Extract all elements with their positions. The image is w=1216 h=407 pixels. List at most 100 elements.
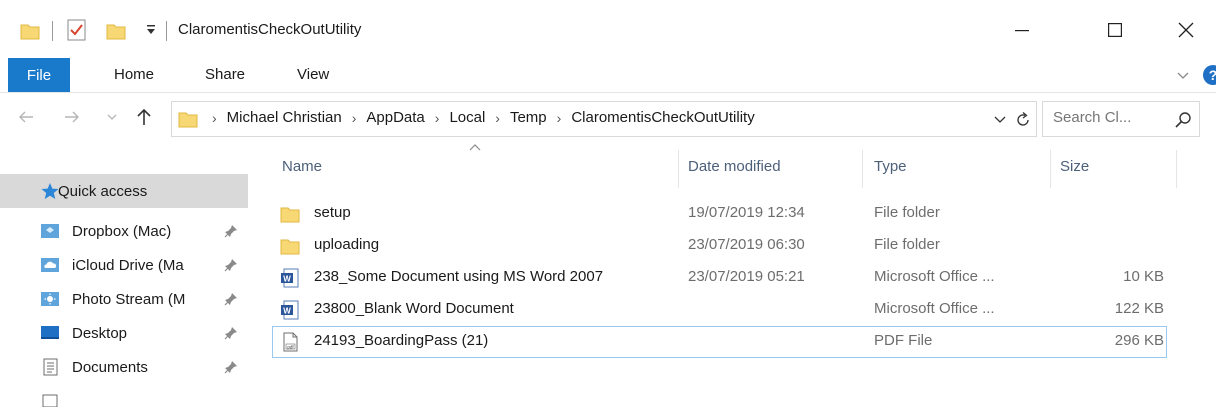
expand-ribbon-icon[interactable] <box>1176 68 1190 82</box>
toolbar-separator <box>166 21 167 41</box>
dropbox-folder-icon <box>41 224 59 238</box>
breadcrumb-michael-christian[interactable]: Michael Christian <box>227 109 342 126</box>
pdf-file-icon: pdf <box>283 332 298 352</box>
properties-icon[interactable] <box>67 19 86 41</box>
address-dropdown-icon[interactable] <box>994 115 1006 125</box>
maximize-button[interactable] <box>1085 10 1145 50</box>
file-name: 23800_Blank Word Document <box>314 300 514 317</box>
file-name: uploading <box>314 236 380 253</box>
pin-icon <box>224 327 237 340</box>
column-divider[interactable] <box>1050 150 1051 188</box>
tab-share[interactable]: Share <box>205 66 245 83</box>
column-header-name[interactable]: Name <box>282 158 322 175</box>
sidebar-item-photo-stream[interactable]: Photo Stream (M <box>0 282 248 316</box>
minimize-button[interactable] <box>992 10 1052 50</box>
navigation-bar: › Michael Christian › AppData › Local › … <box>0 92 1216 144</box>
svg-text:pdf: pdf <box>287 344 294 349</box>
recent-locations-chevron-icon[interactable] <box>106 107 118 127</box>
help-icon[interactable]: ? <box>1203 65 1216 85</box>
sidebar-item-documents[interactable]: Documents <box>0 350 248 384</box>
icloud-folder-icon <box>41 258 59 272</box>
column-header-date-modified[interactable]: Date modified <box>688 158 781 175</box>
column-divider[interactable] <box>678 150 679 188</box>
minimize-icon <box>1015 30 1029 32</box>
close-icon <box>1178 22 1194 38</box>
sidebar-item-dropbox[interactable]: Dropbox (Mac) <box>0 214 248 248</box>
tab-view[interactable]: View <box>297 66 329 83</box>
file-date: 23/07/2019 06:30 <box>688 236 805 253</box>
sidebar-item-label: Documents <box>72 358 148 376</box>
refresh-icon[interactable] <box>1014 111 1032 129</box>
search-input[interactable] <box>1053 109 1168 126</box>
file-row-uploading[interactable]: uploading 23/07/2019 06:30 File folder <box>272 230 1167 262</box>
sidebar-item-label: Quick access <box>58 182 148 200</box>
ribbon-tabs: File Home Share View ? <box>0 58 1216 92</box>
folder-icon <box>20 24 40 40</box>
file-size: 296 KB <box>1114 332 1164 349</box>
breadcrumb-separator: › <box>556 109 562 126</box>
desktop-icon <box>41 326 59 339</box>
pin-icon <box>224 293 237 306</box>
breadcrumb-separator: › <box>212 109 217 126</box>
breadcrumb-appdata[interactable]: AppData <box>366 109 424 126</box>
new-folder-icon[interactable] <box>106 22 126 40</box>
file-row-23800-blank-word-document[interactable]: W 23800_Blank Word Document Microsoft Of… <box>272 294 1167 326</box>
maximize-icon <box>1108 23 1122 37</box>
star-icon <box>41 183 59 199</box>
sidebar-item-quick-access[interactable]: Quick access <box>0 174 248 208</box>
customize-toolbar-dropdown-icon[interactable] <box>145 23 157 37</box>
breadcrumb-local[interactable]: Local <box>449 109 485 126</box>
file-name: 238_Some Document using MS Word 2007 <box>314 268 604 285</box>
column-header-size[interactable]: Size <box>1060 158 1089 175</box>
close-button[interactable] <box>1156 10 1216 50</box>
word-doc-icon: W <box>281 268 299 288</box>
up-arrow-icon[interactable] <box>134 107 154 127</box>
file-row-238-some-document[interactable]: W 238_Some Document using MS Word 2007 2… <box>272 262 1167 294</box>
file-name: 24193_BoardingPass (21) <box>314 332 489 349</box>
file-type: PDF File <box>874 332 933 349</box>
toolbar-separator <box>52 21 53 41</box>
tab-file[interactable]: File <box>8 58 70 92</box>
title-bar: ClaromentisCheckOutUtility <box>0 0 1216 58</box>
svg-text:W: W <box>283 275 291 284</box>
folder-icon <box>178 112 198 128</box>
photostream-folder-icon <box>41 292 59 306</box>
sidebar-item-label: Desktop <box>72 324 128 342</box>
file-size: 122 KB <box>1114 300 1164 317</box>
pin-icon <box>224 259 237 272</box>
pin-icon <box>224 225 237 238</box>
forward-arrow-icon[interactable] <box>62 107 82 127</box>
breadcrumb-temp[interactable]: Temp <box>510 109 547 126</box>
tab-home[interactable]: Home <box>114 66 154 83</box>
breadcrumb: › Michael Christian › AppData › Local › … <box>212 109 755 126</box>
file-row-24193-boardingpass[interactable]: pdf 24193_BoardingPass (21) PDF File 296… <box>272 326 1167 358</box>
documents-icon <box>43 358 58 376</box>
sort-ascending-icon <box>469 144 481 151</box>
breadcrumb-separator: › <box>495 109 500 126</box>
file-list: Name Date modified Type Size setup 19/07… <box>262 144 1216 407</box>
column-divider[interactable] <box>1176 150 1177 188</box>
word-doc-icon: W <box>281 300 299 320</box>
search-icon[interactable] <box>1174 111 1192 129</box>
address-bar[interactable]: › Michael Christian › AppData › Local › … <box>171 101 1037 137</box>
column-divider[interactable] <box>862 150 863 188</box>
pin-icon <box>224 361 237 374</box>
back-arrow-icon[interactable] <box>16 107 36 127</box>
sidebar-item-desktop[interactable]: Desktop <box>0 316 248 350</box>
search-box[interactable] <box>1042 101 1200 137</box>
folder-icon <box>280 207 300 223</box>
column-header-type[interactable]: Type <box>874 158 907 175</box>
breadcrumb-claromentis-checkout-utility[interactable]: ClaromentisCheckOutUtility <box>571 109 754 126</box>
file-date: 23/07/2019 05:21 <box>688 268 805 285</box>
file-row-setup[interactable]: setup 19/07/2019 12:34 File folder <box>272 198 1167 230</box>
file-type: Microsoft Office ... <box>874 268 995 285</box>
sidebar-item-icloud-drive[interactable]: iCloud Drive (Ma <box>0 248 248 282</box>
file-type: File folder <box>874 204 940 221</box>
navigation-pane: Quick access Dropbox (Mac) iCloud Drive … <box>0 144 250 407</box>
folder-icon <box>280 239 300 255</box>
svg-text:W: W <box>283 307 291 316</box>
file-date: 19/07/2019 12:34 <box>688 204 805 221</box>
downloads-icon <box>42 394 58 407</box>
file-name: setup <box>314 204 351 221</box>
breadcrumb-separator: › <box>351 109 357 126</box>
